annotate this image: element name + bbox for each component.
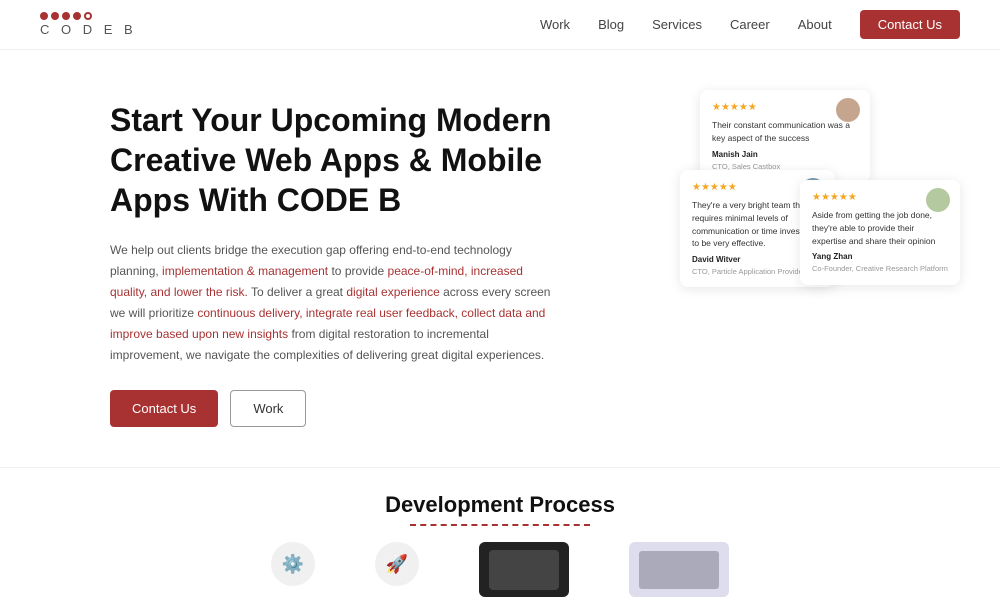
nav-contact-button[interactable]: Contact Us [860,10,960,39]
hero-left: Start Your Upcoming Modern Creative Web … [110,100,610,427]
testimonial-card-3: ★★★★★ Aside from getting the job done, t… [800,180,960,285]
hero-description: We help out clients bridge the execution… [110,240,560,366]
testimonial-card-1: ★★★★★ Their constant communication was a… [700,90,870,182]
dev-icon-gear: ⚙️ [271,542,315,597]
testimonial-text-3: Aside from getting the job done, they're… [812,209,948,247]
development-underline [410,524,590,526]
testimonial-author-1: Manish Jain [712,149,858,161]
navbar: C O D E B Work Blog Services Career Abou… [0,0,1000,50]
avatar-3 [926,188,950,212]
nav-services[interactable]: Services [652,17,702,32]
hero-title: Start Your Upcoming Modern Creative Web … [110,100,610,220]
development-title: Development Process [40,492,960,518]
card-mockup-inner [489,550,559,590]
testimonial-author-3: Yang Zhan [812,251,948,263]
nav-about[interactable]: About [798,17,832,32]
logo-dot-2 [51,12,59,20]
rocket-icon: 🚀 [375,542,419,586]
gear-icon: ⚙️ [271,542,315,586]
nav-links: Work Blog Services Career About Contact … [540,10,960,39]
nav-work[interactable]: Work [540,17,570,32]
dev-icon-card [479,542,569,597]
nav-career[interactable]: Career [730,17,770,32]
testimonial-text-1: Their constant communication was a key a… [712,119,858,145]
logo: C O D E B [40,12,137,37]
logo-dot-4 [73,12,81,20]
logo-dot-1 [40,12,48,20]
hero-buttons: Contact Us Work [110,390,610,427]
contact-us-button[interactable]: Contact Us [110,390,218,427]
logo-dot-3 [62,12,70,20]
dev-icon-monitor [629,542,729,597]
avatar-1 [836,98,860,122]
testimonial-role-3: Co-Founder, Creative Research Platform [812,263,948,274]
hero-section: Start Your Upcoming Modern Creative Web … [0,50,1000,457]
logo-dot-5 [84,12,92,20]
work-button[interactable]: Work [230,390,306,427]
dev-icon-rocket: 🚀 [375,542,419,597]
nav-blog[interactable]: Blog [598,17,624,32]
monitor-icon [629,542,729,597]
development-icons: ⚙️ 🚀 [40,542,960,597]
logo-text: C O D E B [40,22,137,37]
monitor-screen [639,551,719,589]
development-section: Development Process ⚙️ 🚀 [0,467,1000,607]
card-mockup-icon [479,542,569,597]
